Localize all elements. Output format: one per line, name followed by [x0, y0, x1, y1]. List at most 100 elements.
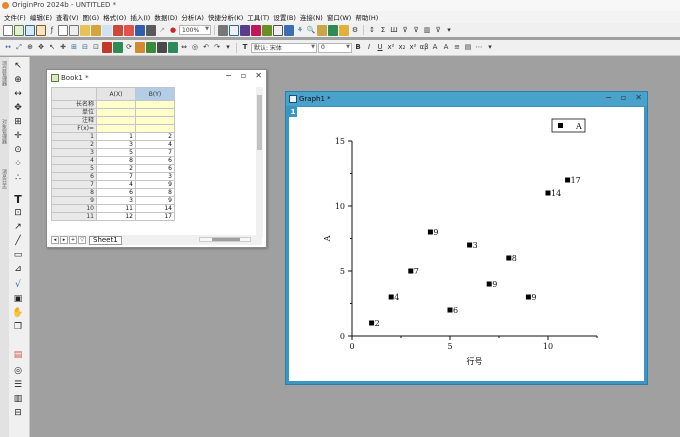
settings-icon[interactable]: ⚙	[350, 25, 360, 36]
meta-cell[interactable]	[135, 108, 175, 117]
meta-cell[interactable]	[96, 124, 136, 133]
cell-a[interactable]: 11	[96, 204, 136, 213]
menu-format[interactable]: 格式(O)	[103, 12, 126, 22]
rescale-icon[interactable]: ⤢	[14, 42, 24, 53]
close-icon[interactable]: ✕	[635, 93, 642, 102]
cell-a[interactable]: 2	[96, 164, 136, 173]
scroll-thumb[interactable]	[212, 238, 240, 241]
side-tab-object-manager[interactable]: 对象管理器	[1, 119, 8, 144]
target-tool-icon[interactable]: ◎	[11, 365, 25, 377]
sheet-list-icon[interactable]: ▽	[78, 236, 86, 244]
horizontal-scrollbar[interactable]	[199, 237, 251, 242]
row-number[interactable]: 9	[51, 196, 97, 205]
cell-a[interactable]: 6	[96, 188, 136, 197]
menu-quick-analysis[interactable]: 快捷分析(K)	[208, 12, 243, 22]
annotation-tool-icon[interactable]: ⊡	[11, 207, 25, 219]
arrow-tool-icon[interactable]: ↗	[11, 221, 25, 233]
scroll-tool-icon[interactable]: ✥	[11, 102, 25, 114]
cell-b[interactable]: 9	[135, 180, 175, 189]
meta-cell[interactable]	[135, 124, 175, 133]
sort-icon[interactable]: ↕	[367, 25, 377, 36]
row-number[interactable]: 11	[51, 212, 97, 221]
row-number[interactable]: 5	[51, 164, 97, 173]
increase-font-icon[interactable]: A	[430, 42, 440, 53]
cell-a[interactable]: 3	[96, 196, 136, 205]
region-select-icon[interactable]: ⊙	[11, 144, 25, 156]
extract-icon[interactable]: ⊡	[91, 42, 101, 53]
import-icon[interactable]	[113, 24, 123, 36]
sum-icon[interactable]: Σ	[378, 25, 388, 36]
code-builder-icon[interactable]	[240, 24, 250, 36]
row-number[interactable]: 10	[51, 204, 97, 213]
row-number[interactable]: 1	[51, 132, 97, 141]
menu-help[interactable]: 帮助(H)	[355, 12, 378, 22]
menu-edit[interactable]: 编辑(E)	[30, 12, 52, 22]
cell-a[interactable]: 8	[96, 156, 136, 165]
cell-a[interactable]: 5	[96, 148, 136, 157]
merge-icon[interactable]: ⊟	[80, 42, 90, 53]
statistics-icon[interactable]: Ш	[389, 25, 399, 36]
apps-icon[interactable]	[328, 24, 338, 36]
new-workbook-icon[interactable]	[14, 24, 24, 36]
layer-number-badge[interactable]: 1	[289, 107, 297, 117]
text-align-icon[interactable]: ≡	[452, 42, 462, 53]
new-function-icon[interactable]: ƒ	[47, 25, 57, 36]
minimize-icon[interactable]: −	[605, 93, 612, 102]
menu-view[interactable]: 查看(V)	[56, 12, 79, 22]
cell-a[interactable]: 7	[96, 172, 136, 181]
graph-title-bar[interactable]: Graph1 * − ▫ ✕	[286, 92, 647, 106]
sheet-tab[interactable]: Sheet1	[89, 235, 122, 245]
menu-tools[interactable]: 工具(T)	[247, 12, 269, 22]
duplicate-tool-icon[interactable]: ❐	[11, 321, 25, 333]
scale-tool-icon[interactable]: ↔	[11, 88, 25, 100]
draw-data-icon[interactable]: ∴	[11, 172, 25, 184]
grid-corner[interactable]	[51, 87, 97, 101]
font-name-combo[interactable]: 默认: 宋体 ▼	[251, 42, 317, 53]
split-tool-icon[interactable]: ⊟	[11, 407, 25, 419]
column-header-b[interactable]: B(Y)	[135, 87, 175, 101]
add-layer-icon[interactable]: ⊞	[69, 42, 79, 53]
cell-b[interactable]: 4	[135, 140, 175, 149]
worksheet-grid[interactable]: A(X) B(Y) 长名称 单位 注释 F(x)= 1 1 2 2 3 4 3 …	[51, 87, 175, 221]
front-icon[interactable]	[157, 42, 167, 53]
cell-b[interactable]: 8	[135, 188, 175, 197]
save-icon[interactable]	[135, 24, 145, 36]
new-matrix-icon[interactable]	[36, 24, 46, 36]
rotate-icon[interactable]: ⟳	[124, 42, 134, 53]
cell-b[interactable]: 6	[135, 164, 175, 173]
column-stats-icon[interactable]: ▥	[422, 25, 432, 36]
line-style-icon[interactable]: ⋯	[474, 42, 484, 53]
project-explorer-icon[interactable]	[284, 24, 294, 36]
line-width-icon[interactable]: ▤	[463, 42, 473, 53]
row-number[interactable]: 2	[51, 140, 97, 149]
results-log-icon[interactable]	[273, 24, 283, 36]
new-layout-icon[interactable]	[69, 24, 79, 36]
new-graph-icon[interactable]	[25, 24, 35, 36]
meta-cell[interactable]	[96, 108, 136, 117]
open-icon[interactable]	[80, 24, 90, 36]
meta-cell[interactable]	[135, 116, 175, 125]
row-number[interactable]: 3	[51, 148, 97, 157]
menu-connect[interactable]: 连接(N)	[300, 12, 323, 22]
cell-a[interactable]: 4	[96, 180, 136, 189]
more-format-icon[interactable]: ▾	[485, 42, 495, 53]
decrease-font-icon[interactable]: A	[441, 42, 451, 53]
line-tool-icon[interactable]: ╱	[11, 235, 25, 247]
row-number[interactable]: 7	[51, 180, 97, 189]
pin-icon[interactable]: ✚	[58, 42, 68, 53]
pointer-tool-icon[interactable]: ↖	[11, 60, 25, 72]
menu-window[interactable]: 窗口(W)	[327, 12, 352, 22]
align-icon[interactable]: ⇔	[179, 42, 189, 53]
cell-a[interactable]: 1	[96, 132, 136, 141]
export-icon[interactable]: ↗	[157, 25, 167, 36]
graph-window[interactable]: Graph1 * − ▫ ✕ 0 5 10 0 5 10 15 行号 A 2 4 7 9 6 3 9 8 9 14 1…	[285, 91, 648, 385]
super-sub-icon[interactable]: x²	[408, 42, 418, 53]
cell-b[interactable]: 9	[135, 196, 175, 205]
sheet-next-icon[interactable]: ▸	[60, 236, 68, 244]
cell-b[interactable]: 17	[135, 212, 175, 221]
stack-tool-icon[interactable]: ☰	[11, 379, 25, 391]
import-wizard-icon[interactable]	[124, 24, 134, 36]
open-template-icon[interactable]	[91, 24, 101, 36]
cell-a[interactable]: 3	[96, 140, 136, 149]
filter-remove-icon[interactable]: ⊽	[411, 25, 421, 36]
